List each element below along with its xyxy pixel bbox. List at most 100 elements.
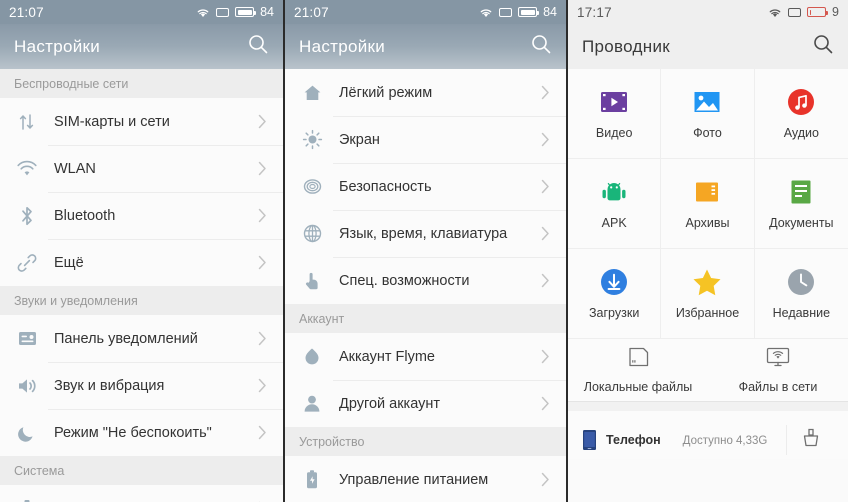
sidebar-item-label: Лёгкий режим bbox=[339, 84, 433, 101]
location-local-files[interactable]: Локальные файлы bbox=[568, 339, 708, 401]
title-bar: Проводник bbox=[568, 24, 848, 69]
star-icon bbox=[692, 267, 722, 297]
battery-percent: 84 bbox=[543, 5, 557, 19]
home-icon bbox=[299, 80, 325, 106]
storage-name: Телефон bbox=[606, 433, 661, 447]
chevron-right-icon bbox=[541, 396, 550, 411]
sidebar-item-power-management[interactable]: Управление питанием bbox=[285, 456, 566, 502]
clean-button[interactable] bbox=[786, 425, 834, 455]
photo-icon bbox=[692, 87, 722, 117]
section-header-wireless: Беспроводные сети bbox=[0, 69, 283, 98]
sidebar-item-label: SIM-карты и сети bbox=[54, 113, 170, 130]
category-label: Избранное bbox=[675, 306, 740, 320]
section-header-account: Аккаунт bbox=[285, 304, 566, 333]
settings-panel-1: 21:07 84 Настройки Беспроводные сети SIM… bbox=[0, 0, 283, 502]
locations-grid: Локальные файлы Файлы в сети bbox=[568, 339, 848, 402]
category-archives[interactable]: Архивы bbox=[661, 159, 755, 249]
location-network-files[interactable]: Файлы в сети bbox=[708, 339, 848, 401]
battery-percent: 9 bbox=[832, 5, 839, 19]
hand-pointer-icon bbox=[299, 268, 325, 294]
download-icon bbox=[599, 267, 629, 297]
category-label: Аудио bbox=[783, 126, 819, 140]
category-favorites[interactable]: Избранное bbox=[661, 249, 755, 339]
video-icon bbox=[599, 87, 629, 117]
chevron-right-icon bbox=[541, 273, 550, 288]
sidebar-item-sound-vibration[interactable]: Звук и вибрация bbox=[0, 362, 283, 409]
section-header-system: Система bbox=[0, 456, 283, 485]
chevron-right-icon bbox=[541, 179, 550, 194]
search-icon[interactable] bbox=[247, 33, 269, 60]
sidebar-item-flyme-account[interactable]: Аккаунт Flyme bbox=[285, 333, 566, 380]
title-bar: Настройки bbox=[0, 24, 283, 69]
wifi-icon bbox=[479, 7, 493, 18]
sidebar-item-sim-cards[interactable]: SIM-карты и сети bbox=[0, 98, 283, 145]
sidebar-item-label: Язык, время, клавиатура bbox=[339, 225, 508, 242]
search-icon[interactable] bbox=[530, 33, 552, 60]
storage-available: Доступно 4,33G bbox=[682, 435, 768, 447]
sim-card-icon bbox=[499, 7, 513, 17]
category-label: Недавние bbox=[772, 306, 831, 320]
category-downloads[interactable]: Загрузки bbox=[568, 249, 662, 339]
storage-summary[interactable]: Телефон Доступно 4,33G bbox=[568, 411, 848, 459]
chevron-right-icon bbox=[541, 132, 550, 147]
sidebar-item-easy-mode[interactable]: Лёгкий режим bbox=[285, 69, 566, 116]
battery-icon bbox=[299, 467, 325, 493]
sidebar-item-wlan[interactable]: WLAN bbox=[0, 145, 283, 192]
chevron-right-icon bbox=[541, 226, 550, 241]
category-documents[interactable]: Документы bbox=[754, 159, 848, 249]
wifi-icon bbox=[768, 7, 782, 18]
category-label: Видео bbox=[595, 126, 633, 140]
explorer-panel: 17:17 9 Проводник Видео Фото Аудио APK А… bbox=[568, 0, 848, 502]
sidebar-item-label: Экран bbox=[339, 131, 380, 148]
brightness-icon bbox=[299, 127, 325, 153]
sidebar-item-display[interactable]: Экран bbox=[285, 116, 566, 163]
person-icon bbox=[299, 391, 325, 417]
page-title: Настройки bbox=[14, 36, 101, 56]
storage-divider bbox=[568, 402, 848, 411]
sidebar-item-other-account[interactable]: Другой аккаунт bbox=[285, 380, 566, 427]
phone-icon bbox=[582, 429, 597, 451]
sidebar-item-do-not-disturb[interactable]: Режим "Не беспокоить" bbox=[0, 409, 283, 456]
sim-card-icon bbox=[788, 7, 802, 17]
notification-panel-icon bbox=[14, 326, 40, 352]
location-label: Локальные файлы bbox=[583, 380, 693, 394]
sidebar-item-notification-panel[interactable]: Панель уведомлений bbox=[0, 315, 283, 362]
sidebar-item-bluetooth[interactable]: Bluetooth bbox=[0, 192, 283, 239]
category-recent[interactable]: Недавние bbox=[754, 249, 848, 339]
chevron-right-icon bbox=[541, 85, 550, 100]
search-icon[interactable] bbox=[812, 33, 834, 60]
bluetooth-icon bbox=[14, 203, 40, 229]
palette-icon bbox=[14, 496, 40, 502]
sim-card-icon bbox=[216, 7, 230, 17]
sidebar-item-accessibility[interactable]: Спец. возможности bbox=[285, 257, 566, 304]
sidebar-item-label: Другой аккаунт bbox=[339, 395, 441, 412]
category-photo[interactable]: Фото bbox=[661, 69, 755, 159]
document-icon bbox=[786, 177, 816, 207]
category-label: Документы bbox=[769, 216, 834, 230]
battery-icon bbox=[518, 7, 540, 17]
section-header-device: Устройство bbox=[285, 427, 566, 456]
sidebar-item-more[interactable]: Ещё bbox=[0, 239, 283, 286]
status-time: 21:07 bbox=[9, 4, 44, 20]
chevron-right-icon bbox=[258, 114, 267, 129]
category-audio[interactable]: Аудио bbox=[754, 69, 848, 159]
sidebar-item-personalization[interactable]: Персонализация bbox=[0, 485, 283, 502]
sidebar-item-label: Аккаунт Flyme bbox=[339, 348, 435, 365]
category-apk[interactable]: APK bbox=[568, 159, 662, 249]
chevron-right-icon bbox=[541, 472, 550, 487]
sidebar-item-label: Bluetooth bbox=[54, 207, 116, 224]
sidebar-item-language-time-keyboard[interactable]: Язык, время, клавиатура bbox=[285, 210, 566, 257]
category-video[interactable]: Видео bbox=[568, 69, 662, 159]
wifi-icon bbox=[14, 156, 40, 182]
sidebar-item-security[interactable]: Безопасность bbox=[285, 163, 566, 210]
category-label: Загрузки bbox=[589, 306, 640, 320]
status-bar: 17:17 9 bbox=[568, 0, 848, 24]
status-icons: 84 bbox=[196, 5, 274, 19]
sidebar-item-label: Панель уведомлений bbox=[54, 330, 198, 347]
sidebar-item-label: Безопасность bbox=[339, 178, 432, 195]
status-icons: 84 bbox=[479, 5, 557, 19]
sd-card-icon bbox=[625, 346, 651, 373]
title-bar: Настройки bbox=[285, 24, 566, 69]
sidebar-item-label: Спец. возможности bbox=[339, 272, 470, 289]
network-monitor-icon bbox=[764, 346, 792, 373]
